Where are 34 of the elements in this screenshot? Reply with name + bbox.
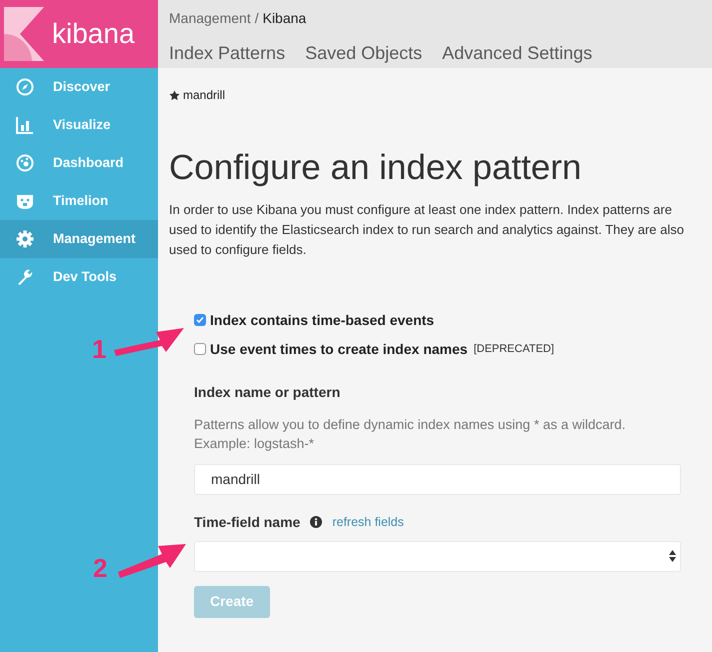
checkbox-label: Index contains time-based events xyxy=(210,310,434,330)
help-text: Patterns allow you to define dynamic index names using * as a wildcard. Example: logstash-* xyxy=(194,416,626,453)
dial-icon xyxy=(16,154,34,172)
logo-text: kibana xyxy=(52,20,135,48)
checkbox-label: Use event times to create index names xyxy=(210,340,468,359)
tab[interactable]: Saved Objects xyxy=(305,40,422,67)
updown-icon xyxy=(669,550,676,562)
deprecated-tag: [DEPRECATED] xyxy=(474,341,554,358)
settings-icon xyxy=(16,230,34,248)
refresh-fields-link[interactable]: refresh fields xyxy=(332,512,404,532)
checkbox[interactable] xyxy=(194,314,206,326)
description-text: In order to use Kibana you must configure at least one index pattern. Index patterns are used to identify the Elasticsearch index to run search and analytics against. They are also used to configure fields. xyxy=(169,200,685,259)
breadcrumb-separator: / xyxy=(254,9,259,28)
compass-icon xyxy=(16,78,34,96)
logo-icon xyxy=(4,7,44,61)
bar-chart-icon xyxy=(16,116,34,134)
annotation-number: 2 xyxy=(93,555,108,581)
input-field[interactable]: mandrill xyxy=(194,464,681,495)
wrench-icon xyxy=(16,268,34,286)
field-label: Time-field name xyxy=(194,512,300,532)
tab[interactable]: Index Patterns xyxy=(169,40,286,67)
favorite-text: mandrill xyxy=(183,87,226,104)
annotation-number: 1 xyxy=(92,336,106,362)
sidebar-item[interactable]: Management xyxy=(0,220,158,258)
tab[interactable]: Advanced Settings xyxy=(442,40,592,67)
page-title: Configure an index pattern xyxy=(169,147,582,189)
info-icon xyxy=(310,516,322,528)
breadcrumb-item: Kibana xyxy=(262,9,306,28)
field-label: Index name or pattern xyxy=(194,382,342,402)
breadcrumb-item[interactable]: Management xyxy=(169,8,251,28)
select-field[interactable] xyxy=(194,540,681,572)
checkbox[interactable] xyxy=(194,343,206,356)
star-icon xyxy=(169,90,180,100)
bear-face-icon xyxy=(16,192,34,210)
